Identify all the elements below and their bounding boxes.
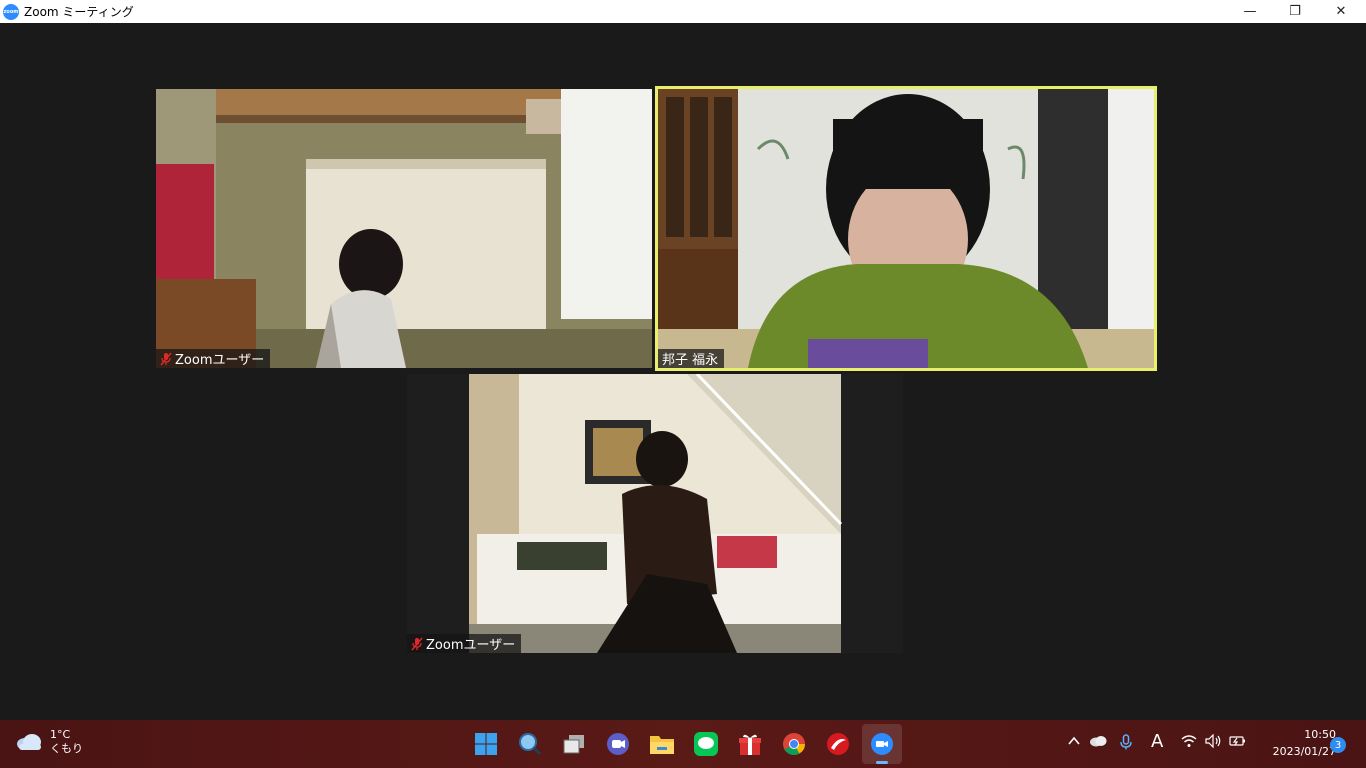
active-speaker-video-tile[interactable]: 邦子 福永 xyxy=(655,86,1157,371)
trend-micro-button[interactable] xyxy=(823,729,853,759)
taskbar: 1°C くもり A 10:50 2023/01/27 3 xyxy=(0,720,1366,768)
start-button[interactable] xyxy=(471,729,501,759)
chrome-button[interactable] xyxy=(779,729,809,759)
participant-video-tile[interactable]: Zoomユーザー xyxy=(407,374,903,653)
gift-icon xyxy=(739,734,761,755)
wifi-tray-button[interactable] xyxy=(1181,734,1197,752)
minimize-button[interactable]: — xyxy=(1227,0,1273,23)
participant-name: Zoomユーザー xyxy=(175,353,265,368)
line-icon xyxy=(694,732,718,756)
participant-name: 邦子 福永 xyxy=(662,353,719,368)
battery-charging-icon xyxy=(1229,736,1245,746)
weather-temperature: 1°C xyxy=(50,728,71,741)
file-explorer-icon xyxy=(650,736,674,754)
title-bar[interactable]: zoom Zoom ミーティング — ❐ ✕ xyxy=(0,0,1366,23)
chrome-icon xyxy=(783,733,805,755)
cloud-sync-icon xyxy=(1090,736,1107,747)
restore-button[interactable]: ❐ xyxy=(1272,0,1318,23)
microphone-tray-button[interactable] xyxy=(1119,734,1133,754)
show-hidden-icons-button[interactable] xyxy=(1067,734,1081,752)
wifi-icon xyxy=(1181,735,1197,747)
participant-name-label: 邦子 福永 xyxy=(658,349,725,368)
task-view-button[interactable] xyxy=(559,729,589,759)
line-app-button[interactable] xyxy=(691,729,721,759)
onedrive-tray-button[interactable] xyxy=(1089,734,1107,752)
mic-muted-icon xyxy=(160,352,172,365)
participant-video-feed xyxy=(658,89,1154,368)
search-icon xyxy=(519,733,542,756)
volume-tray-button[interactable] xyxy=(1205,733,1223,752)
speaker-icon xyxy=(1205,733,1221,749)
participant-video-tile[interactable]: Zoomユーザー xyxy=(156,89,652,368)
zoom-meeting-window: zoom Zoom ミーティング — ❐ ✕ Zoomユーザー 邦子 福永 Zo… xyxy=(0,0,1366,720)
file-explorer-button[interactable] xyxy=(647,729,677,759)
task-view-icon xyxy=(563,735,584,754)
gift-app-button[interactable] xyxy=(735,729,765,759)
mic-muted-icon xyxy=(411,637,423,650)
ime-indicator[interactable]: A xyxy=(1151,731,1163,752)
participant-name-label: Zoomユーザー xyxy=(156,349,271,368)
clock-time[interactable]: 10:50 xyxy=(1288,728,1336,741)
search-button[interactable] xyxy=(515,729,545,759)
clock-date[interactable]: 2023/01/27 xyxy=(1258,745,1336,758)
zoom-taskbar-icon-holder[interactable] xyxy=(867,729,897,759)
cloud-icon xyxy=(17,734,41,750)
start-icon xyxy=(475,733,497,755)
weather-description: くもり xyxy=(50,742,83,755)
close-button[interactable]: ✕ xyxy=(1318,0,1364,23)
battery-tray-button[interactable] xyxy=(1229,734,1247,752)
teams-chat-icon xyxy=(607,733,629,755)
participant-video-feed xyxy=(407,374,903,653)
trend-micro-icon xyxy=(827,733,849,755)
participant-name: Zoomユーザー xyxy=(426,638,516,653)
window-title: Zoom ミーティング xyxy=(24,5,134,19)
zoom-icon xyxy=(871,733,893,755)
notification-center-badge[interactable]: 3 xyxy=(1330,737,1346,753)
weather-widget[interactable]: 1°C くもり xyxy=(16,728,83,756)
chevron-up-icon xyxy=(1068,736,1080,745)
participant-video-feed xyxy=(156,89,652,368)
zoom-app-icon: zoom xyxy=(3,3,19,20)
microphone-icon xyxy=(1120,734,1132,750)
participant-name-label: Zoomユーザー xyxy=(407,634,522,653)
running-app-indicator xyxy=(876,761,888,764)
teams-chat-button[interactable] xyxy=(603,729,633,759)
